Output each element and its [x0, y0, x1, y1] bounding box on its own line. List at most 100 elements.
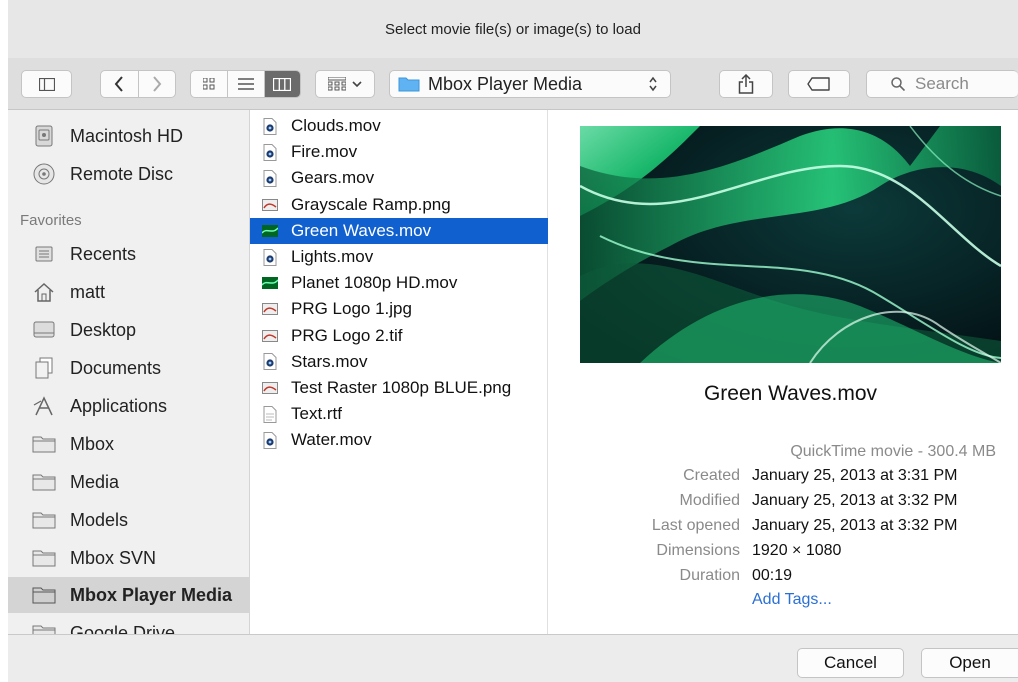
file-name: Grayscale Ramp.png	[291, 194, 451, 214]
sidebar: Macintosh HD Remote Disc Favorites Recen…	[8, 110, 250, 634]
file-row[interactable]: Fire.mov	[250, 139, 548, 165]
list-icon	[238, 78, 254, 90]
metadata-value: January 25, 2013 at 3:32 PM	[752, 517, 958, 534]
search-placeholder: Search	[915, 74, 969, 93]
file-name: Text.rtf	[291, 404, 343, 424]
metadata-row: Last opened January 25, 2013 at 3:32 PM	[549, 517, 1018, 541]
movie-thumb-icon	[262, 274, 278, 292]
chevron-left-icon	[115, 76, 124, 92]
sidebar-item-label: Remote Disc	[70, 163, 174, 184]
sidebar-toggle-button[interactable]	[21, 70, 72, 98]
arrange-button[interactable]	[315, 70, 375, 98]
forward-button[interactable]	[137, 71, 175, 97]
sidebar-item-label: Mbox Player Media	[70, 584, 233, 605]
columns-icon	[273, 77, 292, 91]
sidebar-item-desktop[interactable]: Desktop	[8, 312, 249, 348]
file-row[interactable]: Lights.mov	[250, 244, 548, 270]
hard-drive-icon	[32, 125, 56, 147]
share-button[interactable]	[719, 70, 773, 98]
sidebar-item-mbox-player-media[interactable]: Mbox Player Media	[8, 577, 249, 613]
sidebar-item-label: Media	[70, 471, 120, 492]
image-icon	[262, 327, 278, 345]
sidebar-item-documents[interactable]: Documents	[8, 350, 249, 386]
file-name: Green Waves.mov	[291, 220, 432, 240]
file-row[interactable]: Stars.mov	[250, 349, 548, 375]
folder-icon	[32, 584, 56, 606]
file-row[interactable]: Water.mov	[250, 427, 548, 453]
back-button[interactable]	[101, 71, 138, 97]
sidebar-item-label: Documents	[70, 357, 162, 378]
cancel-button[interactable]: Cancel	[797, 648, 904, 678]
metadata-label: Last opened	[651, 517, 740, 534]
sidebar-item-mbox-svn[interactable]: Mbox SVN	[8, 540, 249, 576]
dialog-button-bar: Cancel Open	[8, 634, 1018, 682]
view-mode-control	[190, 70, 301, 98]
back-forward-control	[100, 70, 176, 98]
text-document-icon	[262, 405, 278, 423]
share-icon	[738, 74, 754, 94]
file-name: Test Raster 1080p BLUE.png	[291, 378, 512, 397]
grid-icon	[203, 78, 215, 90]
favorites-heading: Favorites	[20, 212, 82, 229]
toolbar: Mbox Player Media Search	[8, 58, 1018, 110]
documents-icon	[32, 357, 56, 379]
metadata-row: Duration 00:19	[549, 567, 1018, 591]
file-name: Planet 1080p HD.mov	[291, 273, 458, 293]
metadata-value: 1920 × 1080	[752, 542, 842, 559]
sidebar-item-label: Google Drive	[70, 622, 176, 635]
file-row[interactable]: PRG Logo 2.tif	[250, 323, 548, 349]
sidebar-item-label: Models	[70, 509, 129, 530]
preview-file-kind: QuickTime movie - 300.4 MB	[790, 443, 996, 460]
search-field[interactable]: Search	[866, 70, 1018, 98]
file-row[interactable]: Planet 1080p HD.mov	[250, 270, 548, 296]
up-down-chevron-icon	[649, 76, 657, 92]
add-tags-link[interactable]: Add Tags...	[752, 591, 832, 609]
open-button[interactable]: Open	[921, 648, 1018, 678]
preview-file-name: Green Waves.mov	[703, 382, 878, 405]
sidebar-item-label: Macintosh HD	[70, 125, 184, 146]
sidebar-item-google-drive[interactable]: Google Drive	[8, 615, 249, 635]
sidebar-item-applications[interactable]: Applications	[8, 388, 249, 424]
location-popup[interactable]: Mbox Player Media	[389, 70, 671, 98]
quicktime-icon	[262, 169, 278, 187]
list-view-button[interactable]	[227, 71, 263, 97]
location-label: Mbox Player Media	[428, 73, 583, 94]
file-row[interactable]: Gears.mov	[250, 165, 548, 191]
sidebar-item-mbox[interactable]: Mbox	[8, 426, 249, 462]
recents-icon	[32, 243, 56, 265]
sidebar-item-remote-disc[interactable]: Remote Disc	[8, 156, 249, 192]
sidebar-item-label: Applications	[70, 395, 168, 416]
metadata-label: Duration	[679, 567, 740, 584]
image-icon	[262, 196, 278, 214]
sidebar-item-macintosh-hd[interactable]: Macintosh HD	[8, 118, 249, 154]
file-name: Gears.mov	[291, 168, 375, 188]
file-row[interactable]: PRG Logo 1.jpg	[250, 296, 548, 322]
sidebar-item-media[interactable]: Media	[8, 464, 249, 500]
quicktime-icon	[262, 117, 278, 135]
file-row[interactable]: Text.rtf	[250, 401, 548, 427]
file-name: Stars.mov	[291, 351, 368, 371]
sidebar-item-models[interactable]: Models	[8, 502, 249, 538]
sidebar-item-label: Mbox SVN	[70, 547, 157, 568]
folder-icon	[32, 622, 56, 634]
metadata-label: Dimensions	[656, 542, 740, 559]
column-view-button[interactable]	[263, 71, 300, 97]
file-row[interactable]: Grayscale Ramp.png	[250, 192, 548, 218]
tag-button[interactable]	[788, 70, 850, 98]
preview-pane: Green Waves.mov QuickTime movie - 300.4 …	[549, 110, 1018, 634]
metadata-value: 00:19	[752, 567, 793, 584]
file-row[interactable]: Green Waves.mov	[250, 217, 548, 244]
sidebar-item-recents[interactable]: Recents	[8, 236, 249, 272]
desktop-icon	[32, 319, 56, 341]
chevron-right-icon	[153, 76, 162, 92]
arrange-grid-icon	[328, 77, 346, 91]
file-name: Lights.mov	[291, 247, 374, 266]
icon-view-button[interactable]	[191, 71, 227, 97]
file-row[interactable]: Test Raster 1080p BLUE.png	[250, 375, 548, 401]
quicktime-icon	[262, 248, 278, 266]
sidebar-item-matt[interactable]: matt	[8, 274, 249, 310]
file-row[interactable]: Clouds.mov	[250, 113, 548, 139]
metadata-row: Created January 25, 2013 at 3:31 PM	[549, 467, 1018, 491]
metadata-value: January 25, 2013 at 3:32 PM	[752, 492, 958, 509]
folder-icon	[32, 547, 56, 569]
